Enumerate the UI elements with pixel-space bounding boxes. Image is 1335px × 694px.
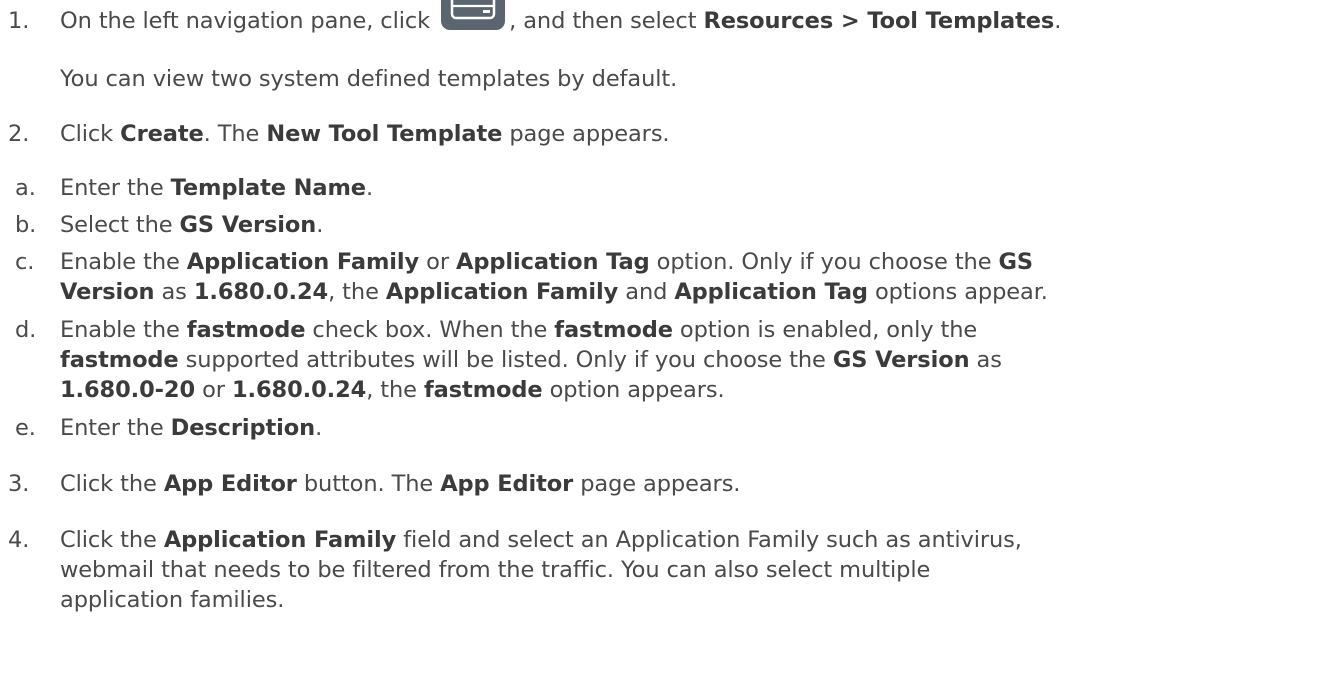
step-text: Click the App Editor button. The App Edi… <box>60 471 741 497</box>
step-text-line-2: fastmode supported attributes will be li… <box>60 347 1002 373</box>
server-icon <box>439 0 507 32</box>
step-text: Select the GS Version. <box>60 212 324 238</box>
step-text-line-2: webmail that needs to be filtered from t… <box>60 557 931 583</box>
step-number: 1. <box>8 8 30 34</box>
step-number: e. <box>15 415 36 441</box>
step-text: Click Create. The New Tool Template page… <box>60 121 670 147</box>
step-text-line-3: 1.680.0-20 or 1.680.0.24, the fastmode o… <box>60 377 725 403</box>
step-text: On the left navigation pane, click , and… <box>60 0 1061 50</box>
step-text: Click the Application Family field and s… <box>60 527 1022 553</box>
step-text-line-3: application families. <box>60 587 285 613</box>
step-text: Enable the fastmode check box. When the … <box>60 317 978 343</box>
step-number: a. <box>15 175 36 201</box>
step-number: 4. <box>8 527 30 553</box>
step-number: c. <box>15 249 35 275</box>
step-text-line-2: Version as 1.680.0.24, the Application F… <box>60 279 1048 305</box>
step-number: b. <box>15 212 37 238</box>
instruction-document: 1. On the left navigation pane, click , … <box>0 0 1335 694</box>
step-text: Enter the Description. <box>60 415 323 441</box>
step-text: Enter the Template Name. <box>60 175 374 201</box>
step-text: Enable the Application Family or Applica… <box>60 249 1033 275</box>
step-number: d. <box>15 317 37 343</box>
step-number: 3. <box>8 471 30 497</box>
step-number: 2. <box>8 121 30 147</box>
